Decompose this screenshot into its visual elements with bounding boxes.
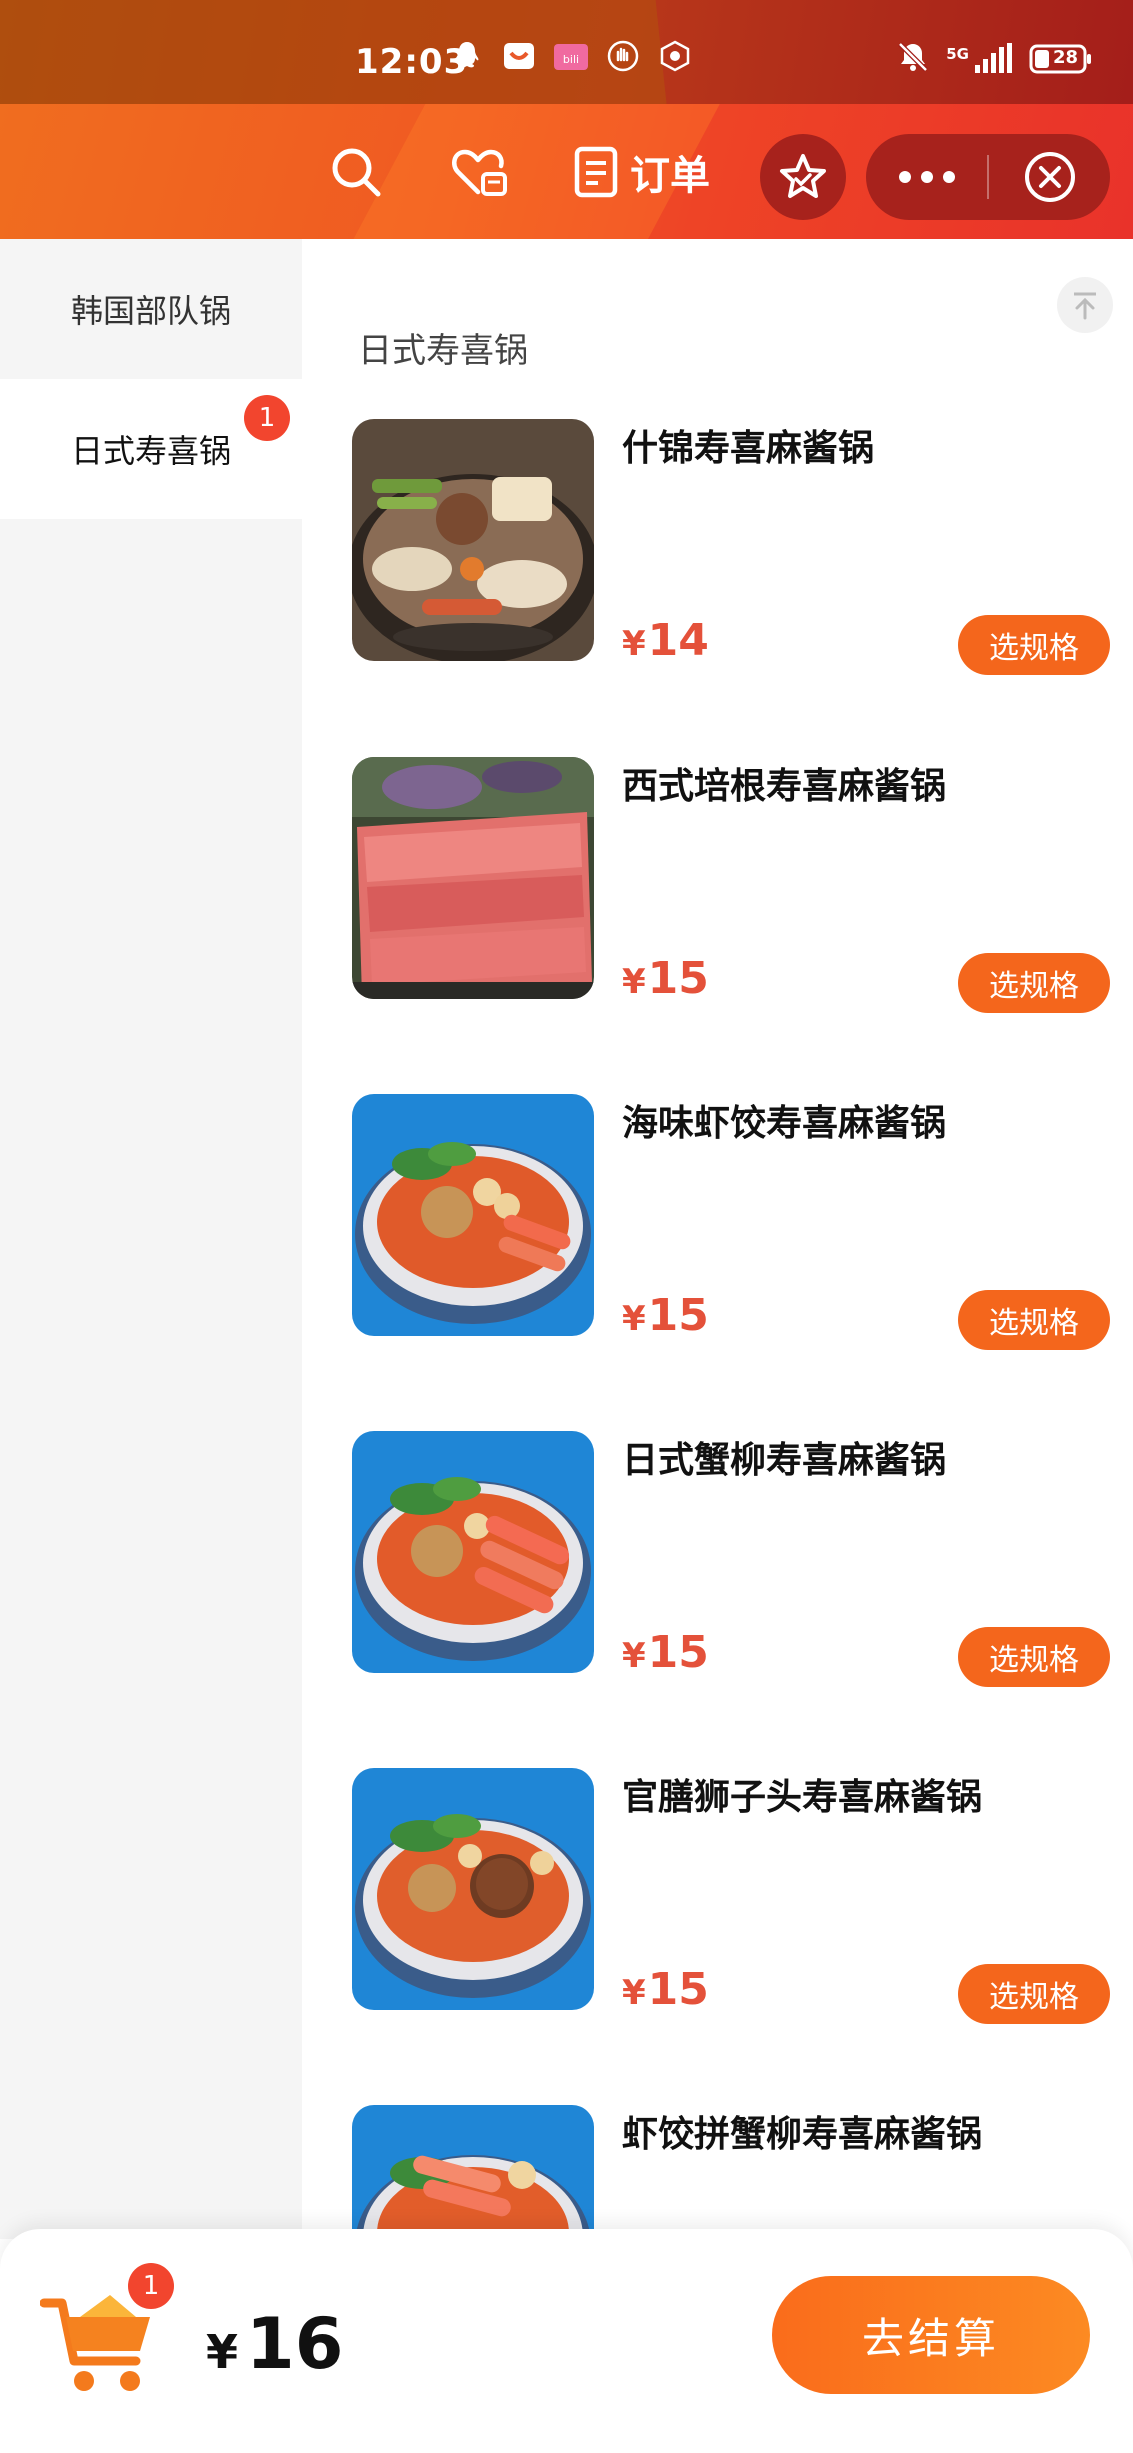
dish-price: ¥14: [622, 615, 709, 666]
dish-image[interactable]: [352, 1768, 594, 2010]
currency-symbol: ¥: [622, 1636, 646, 1676]
signal-icon: 5G: [946, 43, 1013, 75]
dish-name: 日式蟹柳寿喜麻酱锅: [622, 1440, 947, 1481]
dish-price: ¥15: [622, 1964, 709, 2015]
cart-total-value: 16: [246, 2303, 344, 2385]
dish-image[interactable]: [352, 419, 594, 661]
price-value: 15: [647, 953, 709, 1004]
search-button[interactable]: [328, 140, 384, 204]
sidebar-spacer: [0, 519, 302, 559]
dish-name: 西式培根寿喜麻酱锅: [622, 766, 947, 807]
dish-price: ¥15: [622, 1290, 709, 1341]
dish-image[interactable]: [352, 2105, 594, 2229]
bilibili-icon: bili: [552, 40, 590, 72]
currency-symbol: ¥: [622, 962, 646, 1002]
more-dot-icon: [920, 171, 933, 183]
dish-image[interactable]: [352, 757, 594, 999]
mini-program-header: 订单: [0, 104, 1133, 239]
scroll-to-top-button[interactable]: [1057, 277, 1113, 333]
dish-item[interactable]: 什锦寿喜麻酱锅 ¥14 选规格: [352, 419, 1112, 675]
sidebar-item-label: 韩国部队锅: [70, 292, 231, 330]
dish-name: 官膳狮子头寿喜麻酱锅: [622, 1777, 983, 1818]
more-button[interactable]: [866, 134, 987, 220]
status-system-icons: 5G 28: [896, 40, 1093, 78]
hand-icon: [604, 40, 642, 72]
dish-item[interactable]: 虾饺拼蟹柳寿喜麻酱锅: [352, 2105, 1112, 2229]
order-list-icon: [574, 146, 618, 198]
status-bar: 12:03 bili 5G 28: [0, 0, 1133, 104]
heart-bag-icon: [452, 149, 507, 196]
currency-symbol: ¥: [622, 1973, 646, 2013]
checkout-button[interactable]: 去结算: [772, 2276, 1090, 2394]
sidebar-item-korean-army-pot[interactable]: 韩国部队锅: [0, 239, 302, 379]
cart-total: ¥ 16: [206, 2303, 343, 2385]
category-sidebar: 韩国部队锅 日式寿喜锅 1: [0, 239, 302, 2239]
battery-icon: 28: [1029, 43, 1093, 75]
arrow-up-to-top-icon: [1074, 292, 1096, 320]
price-value: 14: [647, 615, 709, 666]
dish-image[interactable]: [352, 1094, 594, 1336]
close-button[interactable]: [989, 134, 1110, 220]
dish-item[interactable]: 官膳狮子头寿喜麻酱锅 ¥15 选规格: [352, 1768, 1112, 2024]
add-to-favorites-button[interactable]: [760, 134, 846, 220]
orders-button[interactable]: 订单: [574, 140, 710, 204]
star-icon: [780, 154, 826, 198]
more-dot-icon: [898, 171, 911, 183]
svg-text:bili: bili: [563, 53, 579, 66]
qq-icon: [448, 40, 486, 72]
select-spec-button[interactable]: 选规格: [958, 1964, 1110, 2024]
dish-name: 海味虾饺寿喜麻酱锅: [622, 1103, 947, 1144]
select-spec-button[interactable]: 选规格: [958, 1627, 1110, 1687]
select-spec-button[interactable]: 选规格: [958, 953, 1110, 1013]
menu-list: 日式寿喜锅 什锦寿喜麻酱锅 ¥14 选规格 西式培根寿喜麻酱锅 ¥15 选规格 …: [302, 239, 1133, 2229]
dish-item[interactable]: 海味虾饺寿喜麻酱锅 ¥15 选规格: [352, 1094, 1112, 1350]
orders-label: 订单: [630, 153, 710, 199]
price-value: 15: [647, 1290, 709, 1341]
select-spec-button[interactable]: 选规格: [958, 615, 1110, 675]
dish-image[interactable]: [352, 1431, 594, 1673]
didi-icon: [500, 40, 538, 72]
capsule-menu: [866, 134, 1110, 220]
currency-symbol: ¥: [206, 2325, 239, 2379]
cart-bar: 1 ¥ 16 去结算: [0, 2229, 1133, 2453]
dish-price: ¥15: [622, 953, 709, 1004]
cart-count-badge: 1: [128, 2263, 174, 2309]
more-dot-icon: [942, 171, 955, 183]
dish-price: ¥15: [622, 1627, 709, 1678]
category-title: 日式寿喜锅: [358, 331, 528, 371]
search-icon: [332, 148, 381, 197]
close-circle-icon: [1024, 152, 1075, 202]
status-notification-icons: bili: [448, 40, 694, 72]
price-value: 15: [647, 1627, 709, 1678]
battery-level: 28: [1053, 47, 1079, 68]
favorite-shop-button[interactable]: [450, 140, 510, 204]
hexagon-app-icon: [656, 40, 694, 72]
dish-item[interactable]: 西式培根寿喜麻酱锅 ¥15 选规格: [352, 757, 1112, 1013]
dish-item[interactable]: 日式蟹柳寿喜麻酱锅 ¥15 选规格: [352, 1431, 1112, 1687]
price-value: 15: [647, 1964, 709, 2015]
sidebar-item-label: 日式寿喜锅: [70, 432, 231, 470]
sidebar-count-badge: 1: [244, 395, 290, 441]
currency-symbol: ¥: [622, 1299, 646, 1339]
currency-symbol: ¥: [622, 624, 646, 664]
select-spec-button[interactable]: 选规格: [958, 1290, 1110, 1350]
network-type: 5G: [946, 45, 969, 63]
dish-name: 什锦寿喜麻酱锅: [622, 428, 875, 469]
dish-name: 虾饺拼蟹柳寿喜麻酱锅: [622, 2114, 983, 2155]
sidebar-item-sukiyaki[interactable]: 日式寿喜锅 1: [0, 379, 302, 519]
mute-bell-icon: [896, 40, 930, 78]
